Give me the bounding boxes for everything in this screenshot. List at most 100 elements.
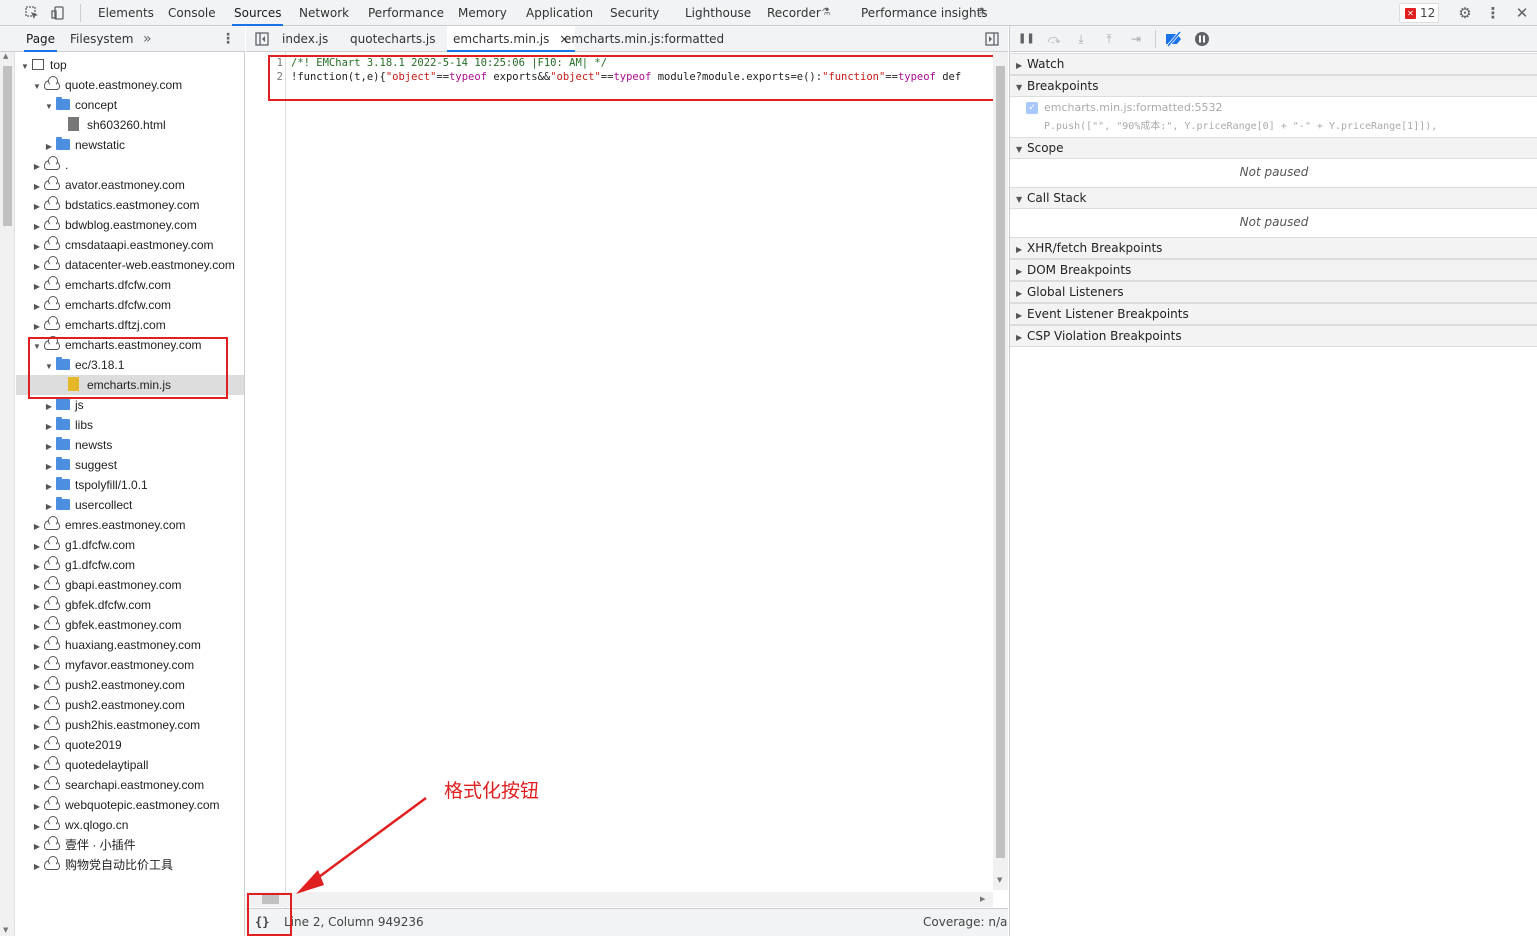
- scroll-up-icon[interactable]: ▲: [3, 52, 8, 60]
- line-gutter[interactable]: 1 2: [246, 52, 286, 916]
- breakpoints-section-header[interactable]: ▼ Breakpoints: [1010, 75, 1537, 97]
- event-listener-breakpoints-header[interactable]: ▶ Event Listener Breakpoints: [1010, 303, 1537, 325]
- tree-item[interactable]: ▶ push2his.eastmoney.com: [16, 715, 244, 735]
- expand-arrow-icon[interactable]: ▶: [32, 617, 42, 637]
- pause-icon[interactable]: ❚❚: [1018, 31, 1035, 47]
- tree-item[interactable]: ▶ libs: [16, 415, 244, 435]
- tree-item[interactable]: ▶ g1.dfcfw.com: [16, 555, 244, 575]
- step-into-icon[interactable]: ⤓: [1073, 31, 1089, 47]
- tree-item[interactable]: ▶ newsts: [16, 435, 244, 455]
- tree-item[interactable]: ▶ bdwblog.eastmoney.com: [16, 215, 244, 235]
- tab-recorder[interactable]: Recorder: [765, 0, 823, 26]
- toggle-navigator-icon[interactable]: [254, 31, 270, 47]
- coverage-status[interactable]: Coverage: n/a: [923, 909, 1007, 936]
- expand-arrow-icon[interactable]: ▶: [32, 177, 42, 197]
- tree-item[interactable]: ▶ gbfek.eastmoney.com: [16, 615, 244, 635]
- expand-arrow-icon[interactable]: ▶: [44, 137, 54, 157]
- tree-item[interactable]: ▶ huaxiang.eastmoney.com: [16, 635, 244, 655]
- tree-item[interactable]: ▶ emcharts.dftzj.com: [16, 315, 244, 335]
- expand-arrow-icon[interactable]: ▶: [32, 237, 42, 257]
- tree-item[interactable]: ▶ emres.eastmoney.com: [16, 515, 244, 535]
- breakpoint-location[interactable]: emcharts.min.js:formatted:5532: [1044, 101, 1223, 114]
- tree-item[interactable]: ▼ quote.eastmoney.com: [16, 75, 244, 95]
- tree-item[interactable]: ▶ emcharts.dfcfw.com: [16, 275, 244, 295]
- scrollbar-thumb[interactable]: [3, 66, 12, 226]
- settings-gear-icon[interactable]: ⚙: [1457, 5, 1473, 21]
- scroll-down-icon[interactable]: ▼: [997, 876, 1002, 884]
- scrollbar-thumb[interactable]: [996, 66, 1005, 858]
- tab-performance[interactable]: Performance: [366, 0, 446, 26]
- collapse-arrow-icon[interactable]: ▼: [32, 77, 42, 97]
- editor-vertical-scrollbar[interactable]: ▼: [993, 52, 1008, 890]
- tab-memory[interactable]: Memory: [456, 0, 509, 26]
- expand-arrow-icon[interactable]: ▶: [32, 857, 42, 877]
- scroll-right-icon[interactable]: ▶: [980, 895, 985, 903]
- expand-arrow-icon[interactable]: ▶: [32, 217, 42, 237]
- expand-arrow-icon[interactable]: ▶: [44, 417, 54, 437]
- tab-application[interactable]: Application: [524, 0, 595, 26]
- tree-item[interactable]: ▶ datacenter-web.eastmoney.com: [16, 255, 244, 275]
- collapse-arrow-icon[interactable]: ▼: [44, 97, 54, 117]
- expand-arrow-icon[interactable]: ▶: [32, 697, 42, 717]
- tab-sources[interactable]: Sources: [232, 0, 284, 26]
- expand-arrow-icon[interactable]: ▶: [32, 157, 42, 177]
- expand-arrow-icon[interactable]: ▶: [44, 397, 54, 417]
- expand-arrow-icon[interactable]: ▶: [44, 497, 54, 517]
- tree-item[interactable]: ▶ gbapi.eastmoney.com: [16, 575, 244, 595]
- tree-item[interactable]: ▶ newstatic: [16, 135, 244, 155]
- tree-item[interactable]: ▼ concept: [16, 95, 244, 115]
- expand-arrow-icon[interactable]: ▶: [32, 657, 42, 677]
- expand-arrow-icon[interactable]: ▶: [32, 597, 42, 617]
- global-listeners-header[interactable]: ▶ Global Listeners: [1010, 281, 1537, 303]
- csp-violation-breakpoints-header[interactable]: ▶ CSP Violation Breakpoints: [1010, 325, 1537, 347]
- expand-arrow-icon[interactable]: ▶: [32, 737, 42, 757]
- error-counter[interactable]: ✕ 12: [1399, 3, 1439, 23]
- tree-item[interactable]: ▶ push2.eastmoney.com: [16, 675, 244, 695]
- expand-arrow-icon[interactable]: ▶: [32, 777, 42, 797]
- tab-console[interactable]: Console: [166, 0, 218, 26]
- tree-item[interactable]: ▶ webquotepic.eastmoney.com: [16, 795, 244, 815]
- tree-item[interactable]: ▶ gbfek.dfcfw.com: [16, 595, 244, 615]
- tree-item[interactable]: ▶ g1.dfcfw.com: [16, 535, 244, 555]
- breakpoint-checkbox[interactable]: ✓: [1026, 102, 1038, 114]
- pause-on-exceptions-icon[interactable]: [1194, 31, 1210, 47]
- tree-item[interactable]: ▶ cmsdataapi.eastmoney.com: [16, 235, 244, 255]
- expand-arrow-icon[interactable]: ▶: [44, 457, 54, 477]
- tree-item[interactable]: ▶ quotedelaytipall: [16, 755, 244, 775]
- xhr-breakpoints-header[interactable]: ▶ XHR/fetch Breakpoints: [1010, 237, 1537, 259]
- device-toolbar-icon[interactable]: [51, 5, 67, 21]
- editor-tab-emcharts-formatted[interactable]: emcharts.min.js:formatted: [564, 26, 724, 52]
- step-out-icon[interactable]: ⤒: [1101, 31, 1117, 47]
- tree-item[interactable]: ▶ quote2019: [16, 735, 244, 755]
- navigator-scrollbar[interactable]: ▲ ▼: [0, 52, 15, 936]
- tree-item[interactable]: ▶ tspolyfill/1.0.1: [16, 475, 244, 495]
- tree-item[interactable]: ▶ searchapi.eastmoney.com: [16, 775, 244, 795]
- scroll-down-icon[interactable]: ▼: [3, 926, 8, 934]
- tree-item[interactable]: ▶ wx.qlogo.cn: [16, 815, 244, 835]
- expand-arrow-icon[interactable]: ▶: [32, 317, 42, 337]
- expand-arrow-icon[interactable]: ▶: [32, 557, 42, 577]
- expand-arrow-icon[interactable]: ▶: [32, 797, 42, 817]
- tab-elements[interactable]: Elements: [96, 0, 156, 26]
- expand-arrow-icon[interactable]: ▶: [32, 277, 42, 297]
- more-tabs-icon[interactable]: »: [141, 26, 154, 52]
- expand-arrow-icon[interactable]: ▶: [32, 197, 42, 217]
- expand-arrow-icon[interactable]: ▶: [32, 517, 42, 537]
- expand-arrow-icon[interactable]: ▶: [32, 257, 42, 277]
- tab-lighthouse[interactable]: Lighthouse: [683, 0, 753, 26]
- expand-arrow-icon[interactable]: ▶: [32, 297, 42, 317]
- tree-item[interactable]: ▶ 购物党自动比价工具: [16, 855, 244, 875]
- deactivate-breakpoints-icon[interactable]: [1165, 31, 1182, 47]
- tab-filesystem[interactable]: Filesystem: [68, 26, 135, 52]
- tree-item[interactable]: ▶ push2.eastmoney.com: [16, 695, 244, 715]
- tree-item[interactable]: ▶ usercollect: [16, 495, 244, 515]
- collapse-arrow-icon[interactable]: ▼: [20, 57, 30, 77]
- expand-arrow-icon[interactable]: ▶: [32, 577, 42, 597]
- expand-arrow-icon[interactable]: ▶: [32, 837, 42, 857]
- expand-arrow-icon[interactable]: ▶: [44, 437, 54, 457]
- expand-arrow-icon[interactable]: ▶: [32, 637, 42, 657]
- dom-breakpoints-header[interactable]: ▶ DOM Breakpoints: [1010, 259, 1537, 281]
- tree-item[interactable]: sh603260.html: [16, 115, 244, 135]
- tab-security[interactable]: Security: [608, 0, 661, 26]
- tree-item[interactable]: ▶ suggest: [16, 455, 244, 475]
